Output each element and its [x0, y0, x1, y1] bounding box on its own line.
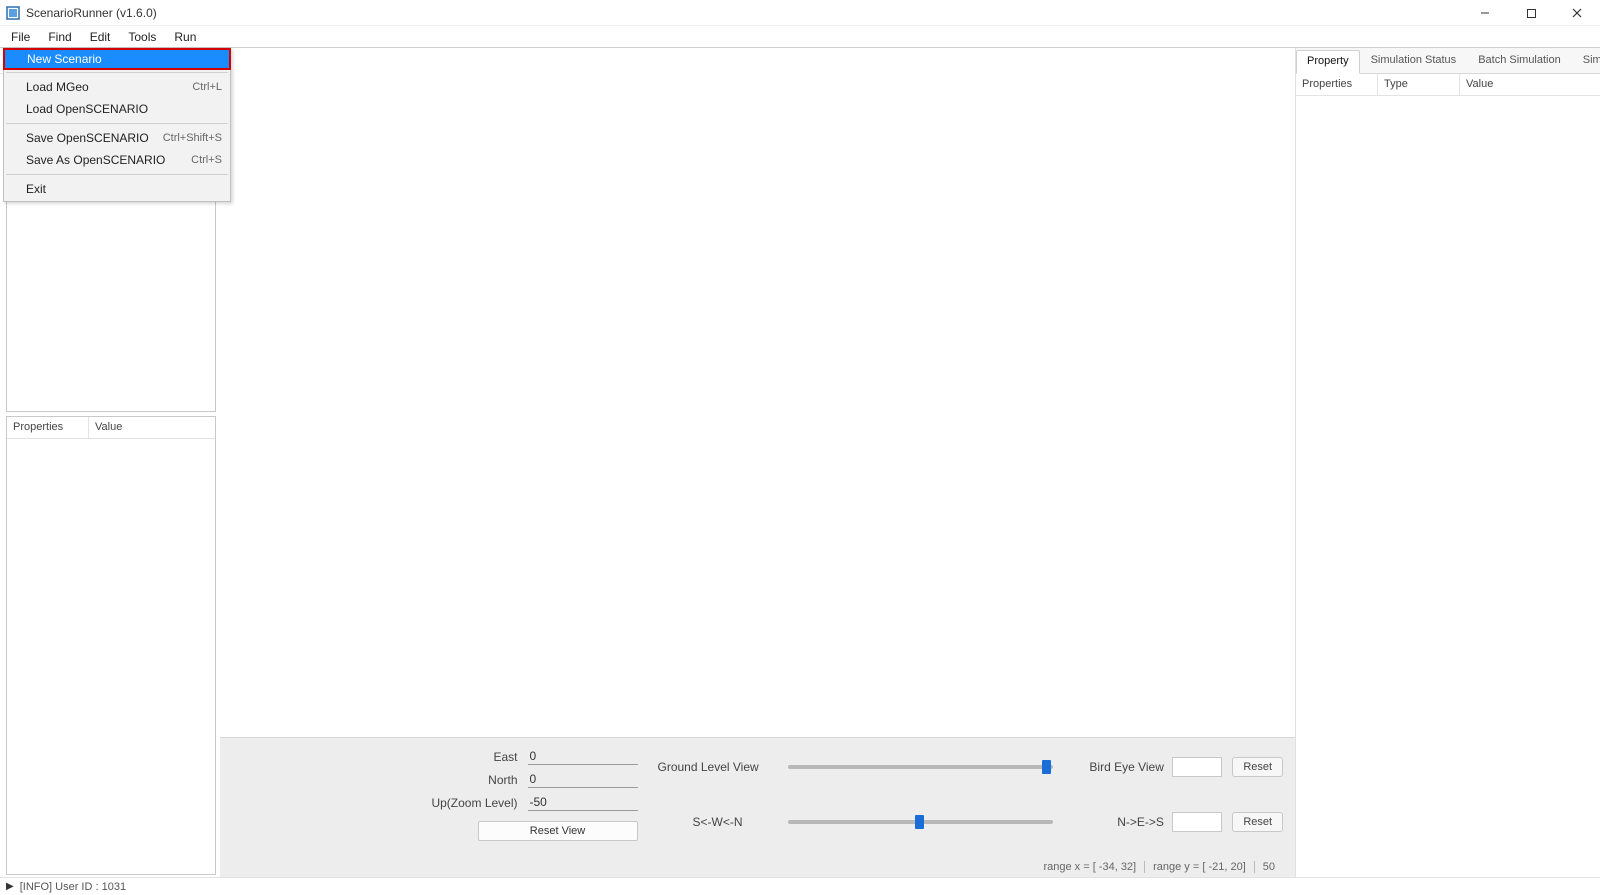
main-area: Properties Value Ground Level View Bird … [0, 48, 1600, 877]
nes-input[interactable] [1172, 812, 1223, 832]
statusbar-expand-icon[interactable]: ▶ [6, 881, 14, 892]
properties-panel-left: Properties Value [6, 416, 216, 875]
menu-load-openscenario[interactable]: Load OpenSCENARIO [4, 98, 230, 120]
north-input[interactable] [528, 771, 638, 788]
swn-slider[interactable] [788, 820, 1054, 824]
bird-eye-input[interactable] [1172, 757, 1223, 777]
left-prop-header: Properties Value [7, 417, 215, 439]
menu-new-scenario[interactable]: New Scenario [3, 48, 231, 70]
minimize-button[interactable] [1462, 0, 1508, 26]
right-prop-header: Properties Type Value [1296, 74, 1600, 96]
range-x: range x = [ -34, 32] [1035, 861, 1145, 873]
menu-file[interactable]: File [2, 26, 39, 47]
right-column: Property Simulation Status Batch Simulat… [1295, 48, 1600, 877]
ground-level-slider[interactable] [788, 765, 1054, 769]
range-z: 50 [1255, 861, 1283, 873]
tab-batch-simulation[interactable]: Batch Simulation [1467, 49, 1572, 73]
dropdown-separator [6, 174, 228, 175]
tab-simulation-more[interactable]: Simulati [1572, 49, 1600, 73]
menu-save-openscenario-shortcut: Ctrl+Shift+S [163, 132, 222, 144]
right-properties-panel: Properties Type Value [1296, 74, 1600, 877]
menu-exit-label: Exit [26, 182, 46, 196]
close-button[interactable] [1554, 0, 1600, 26]
up-zoom-input[interactable] [528, 794, 638, 811]
menu-save-openscenario-label: Save OpenSCENARIO [26, 131, 149, 145]
view-controls-panel: Ground Level View Bird Eye View Reset Ea… [220, 737, 1295, 877]
north-label: North [418, 773, 518, 787]
nes-reset-button[interactable]: Reset [1232, 812, 1283, 832]
window-controls [1462, 0, 1600, 26]
right-tabs: Property Simulation Status Batch Simulat… [1296, 48, 1600, 74]
left-header-value[interactable]: Value [89, 417, 215, 438]
right-header-value[interactable]: Value [1460, 74, 1600, 95]
menu-load-mgeo-label: Load MGeo [26, 80, 89, 94]
window-title: ScenarioRunner (v1.6.0) [26, 6, 157, 20]
viewport-canvas[interactable] [220, 48, 1295, 737]
file-dropdown: New Scenario Load MGeo Ctrl+L Load OpenS… [3, 47, 231, 202]
menu-load-openscenario-label: Load OpenSCENARIO [26, 102, 148, 116]
range-status: range x = [ -34, 32] range y = [ -21, 20… [1035, 861, 1283, 873]
statusbar: ▶ [INFO] User ID : 1031 [0, 877, 1600, 895]
titlebar: ScenarioRunner (v1.6.0) [0, 0, 1600, 26]
maximize-button[interactable] [1508, 0, 1554, 26]
ground-level-view-label: Ground Level View [658, 760, 778, 774]
menu-tools[interactable]: Tools [119, 26, 165, 47]
reset-view-button[interactable]: Reset View [478, 821, 638, 841]
right-header-properties[interactable]: Properties [1296, 74, 1378, 95]
nes-label: N->E->S [1083, 815, 1164, 829]
tab-property[interactable]: Property [1296, 50, 1360, 74]
menu-edit[interactable]: Edit [81, 26, 120, 47]
menu-save-as-openscenario-label: Save As OpenSCENARIO [26, 153, 165, 167]
swn-label: S<-W<-N [658, 815, 778, 829]
menu-load-mgeo[interactable]: Load MGeo Ctrl+L [4, 76, 230, 98]
east-input[interactable] [528, 748, 638, 765]
east-label: East [418, 750, 518, 764]
bird-eye-reset-button[interactable]: Reset [1232, 757, 1283, 777]
tab-simulation-status[interactable]: Simulation Status [1360, 49, 1468, 73]
range-y: range y = [ -21, 20] [1145, 861, 1255, 873]
menubar: File Find Edit Tools Run [0, 26, 1600, 48]
menu-find[interactable]: Find [39, 26, 80, 47]
ground-level-thumb[interactable] [1042, 760, 1051, 774]
app-icon [6, 6, 20, 20]
dropdown-separator [6, 72, 228, 73]
dropdown-separator [6, 123, 228, 124]
statusbar-text: [INFO] User ID : 1031 [20, 881, 126, 893]
up-zoom-label: Up(Zoom Level) [418, 796, 518, 810]
left-header-properties[interactable]: Properties [7, 417, 89, 438]
menu-new-scenario-label: New Scenario [27, 52, 102, 66]
center-column: Ground Level View Bird Eye View Reset Ea… [220, 48, 1295, 877]
menu-save-openscenario[interactable]: Save OpenSCENARIO Ctrl+Shift+S [4, 127, 230, 149]
menu-load-mgeo-shortcut: Ctrl+L [192, 81, 222, 93]
menu-save-as-openscenario[interactable]: Save As OpenSCENARIO Ctrl+S [4, 149, 230, 171]
right-header-type[interactable]: Type [1378, 74, 1460, 95]
menu-exit[interactable]: Exit [4, 178, 230, 200]
menu-run[interactable]: Run [165, 26, 205, 47]
swn-thumb[interactable] [915, 815, 924, 829]
menu-save-as-openscenario-shortcut: Ctrl+S [191, 154, 222, 166]
bird-eye-view-label: Bird Eye View [1083, 760, 1164, 774]
